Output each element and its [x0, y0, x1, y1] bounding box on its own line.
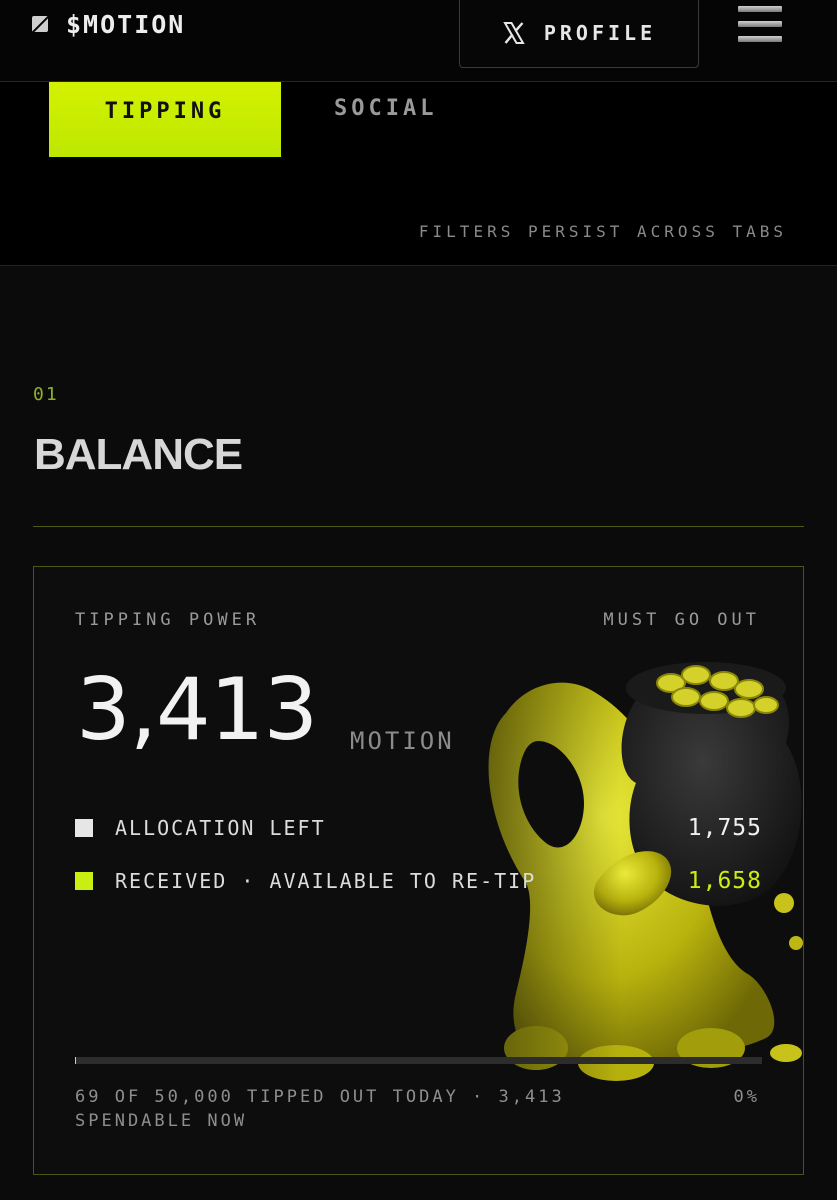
received-value: 1,658 — [687, 868, 762, 894]
hamburger-line — [738, 21, 782, 27]
tipping-power-unit: MOTION — [350, 727, 455, 755]
daily-tip-progress-percent: 0% — [733, 1087, 760, 1107]
must-go-out-label: MUST GO OUT — [603, 610, 760, 630]
received-row: RECEIVED · AVAILABLE TO RE-TIP 1,658 — [75, 867, 762, 895]
daily-tip-progress-bar — [75, 1057, 762, 1064]
section-divider — [33, 526, 804, 527]
profile-label: PROFILE — [543, 20, 657, 45]
section-number: 01 — [33, 384, 59, 405]
motion-logo-icon — [32, 16, 48, 32]
allocation-left-row: ALLOCATION LEFT 1,755 — [75, 814, 762, 842]
allocation-left-value: 1,755 — [687, 815, 762, 841]
daily-tip-progress-text: 69 OF 50,000 TIPPED OUT TODAY · 3,413 SP… — [75, 1087, 565, 1131]
x-logo-icon — [503, 21, 525, 44]
daily-tip-progress-fill — [75, 1057, 76, 1064]
brand-name: $MOTION — [66, 9, 186, 39]
section-title: BALANCE — [34, 430, 243, 479]
filters-note: FILTERS PERSIST ACROSS TABS — [418, 222, 787, 241]
x-profile-button[interactable]: PROFILE — [459, 0, 699, 68]
top-bar: $MOTION PROFILE — [0, 0, 837, 82]
hamburger-menu-icon — [738, 6, 782, 12]
tab-tipping[interactable]: TIPPING — [49, 82, 281, 157]
tipping-power-label: TIPPING POWER — [75, 610, 261, 630]
received-label: RECEIVED · AVAILABLE TO RE-TIP — [115, 869, 537, 893]
tipping-power-amount: 3,413 — [76, 660, 318, 760]
tab-social[interactable]: SOCIAL — [334, 96, 437, 126]
brand[interactable]: $MOTION — [32, 8, 185, 40]
tab-bar: TIPPING SOCIAL FILTERS PERSIST ACROSS TA… — [0, 82, 837, 266]
allocation-left-label: ALLOCATION LEFT — [115, 816, 326, 840]
received-swatch — [75, 872, 93, 890]
balance-card: TIPPING POWER MUST GO OUT 3,413 MOTION A… — [33, 566, 804, 1175]
allocation-swatch — [75, 819, 93, 837]
hamburger-line — [738, 36, 782, 42]
menu-button[interactable] — [736, 4, 784, 44]
